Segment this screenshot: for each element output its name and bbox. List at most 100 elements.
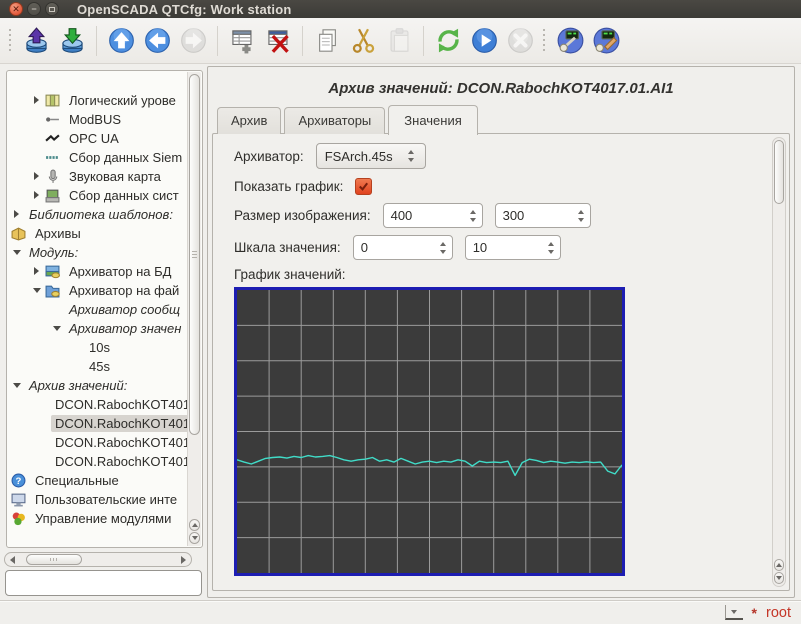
tab-Значения[interactable]: Значения: [388, 105, 477, 135]
archiver-label: Архиватор:: [234, 149, 304, 164]
scrollbar-buttons: [773, 558, 785, 585]
tree-item-label: Управление модулями: [31, 510, 175, 527]
tree-item[interactable]: Архив значений:: [7, 376, 187, 395]
tree-item[interactable]: Архивы: [7, 224, 187, 243]
tab-Архив[interactable]: Архив: [217, 107, 281, 134]
close-button[interactable]: ✕: [9, 2, 23, 16]
archiver-combobox[interactable]: FSArch.45s: [316, 143, 426, 169]
tree-horizontal-scrollbar[interactable]: [4, 552, 192, 567]
scroll-up-button[interactable]: [774, 559, 784, 571]
collapse-down-icon[interactable]: [11, 243, 25, 262]
toolbar-grip[interactable]: [7, 29, 15, 53]
value-scale-label: Шкала значения:: [234, 240, 341, 255]
tree-item[interactable]: Архиватор значен: [7, 319, 187, 338]
tree-item[interactable]: OPC UA: [7, 129, 187, 148]
tree-item[interactable]: Библиотека шаблонов:: [7, 205, 187, 224]
image-height-spinbox[interactable]: 300: [495, 203, 591, 228]
tree-item[interactable]: ?Специальные: [7, 471, 187, 490]
tree-item[interactable]: DCON.RabochKOT401: [7, 395, 187, 414]
back-icon: [144, 27, 171, 54]
tree-item[interactable]: Сбор данных Siem: [7, 148, 187, 167]
svg-text:?: ?: [16, 476, 22, 487]
up-icon: [108, 27, 135, 54]
tree-item[interactable]: Архиватор сообщ: [7, 300, 187, 319]
scrollbar-thumb[interactable]: [26, 554, 82, 565]
collapse-down-icon[interactable]: [51, 319, 65, 338]
expand-right-icon[interactable]: [31, 186, 45, 205]
tree-item[interactable]: Архиватор на фай: [7, 281, 187, 300]
chart-canvas: [237, 290, 622, 573]
scroll-right-icon[interactable]: [181, 556, 186, 564]
content-vertical-scrollbar[interactable]: [772, 137, 786, 587]
back-button[interactable]: [140, 23, 174, 59]
scroll-down-button[interactable]: [774, 572, 784, 584]
tree-item[interactable]: Сбор данных сист: [7, 186, 187, 205]
tree-item[interactable]: DCON.RabochKOT401: [7, 452, 187, 471]
collapse-down-icon[interactable]: [11, 376, 25, 395]
tab-Архиваторы[interactable]: Архиваторы: [284, 107, 385, 134]
tree-item-label: Архиватор значен: [65, 320, 185, 337]
save-button[interactable]: [55, 23, 89, 59]
scroll-left-icon[interactable]: [10, 556, 15, 564]
scrollbar-thumb[interactable]: [189, 74, 200, 435]
start-button[interactable]: [467, 23, 501, 59]
tools-edit-button[interactable]: [589, 23, 623, 59]
tree-item-label: Архив значений:: [25, 377, 131, 394]
config-tree: Логический уровеModBUSOPC UAСбор данных …: [7, 71, 187, 547]
image-width-spinbox[interactable]: 400: [383, 203, 483, 228]
tree-item-label: Сбор данных Siem: [65, 149, 186, 166]
tree-item[interactable]: DCON.RabochKOT401: [7, 414, 187, 433]
spin-arrows-icon[interactable]: [544, 242, 560, 254]
tree-item[interactable]: 45s: [7, 357, 187, 376]
scroll-down-button[interactable]: [189, 532, 200, 544]
expand-right-icon[interactable]: [31, 91, 45, 110]
maximize-button[interactable]: [45, 2, 59, 16]
show-graph-checkbox[interactable]: [355, 178, 372, 195]
delete-item-button[interactable]: [261, 23, 295, 59]
scrollbar-thumb[interactable]: [774, 140, 784, 204]
tree-arrow-spacer: [51, 300, 65, 319]
scrollbar-grip: [192, 251, 197, 259]
tree-vertical-scrollbar[interactable]: [187, 72, 201, 546]
cut-button[interactable]: [346, 23, 380, 59]
tree-arrow-spacer: [71, 357, 85, 376]
tree-search-input[interactable]: [5, 570, 202, 596]
minimize-button[interactable]: −: [27, 2, 41, 16]
spin-arrows-icon[interactable]: [574, 210, 590, 222]
values-chart: [234, 287, 625, 576]
load-button[interactable]: [19, 23, 53, 59]
start-icon: [471, 27, 498, 54]
tools-button[interactable]: [553, 23, 587, 59]
tree-item[interactable]: Управление модулями: [7, 509, 187, 528]
collapse-down-icon[interactable]: [31, 281, 45, 300]
expand-right-icon[interactable]: [11, 205, 25, 224]
tree-item-label: DCON.RabochKOT401: [51, 453, 187, 470]
image-size-row: Размер изображения: 400 300: [234, 203, 789, 228]
scroll-up-button[interactable]: [189, 519, 200, 531]
tree-arrow-spacer: [71, 338, 85, 357]
scrollbar-buttons: [188, 518, 201, 545]
stop-icon: [507, 27, 534, 54]
spin-arrows-icon[interactable]: [466, 210, 482, 222]
statusbar: * root: [0, 600, 801, 624]
tree-item[interactable]: DCON.RabochKOT401: [7, 433, 187, 452]
expand-right-icon[interactable]: [31, 262, 45, 281]
expand-right-icon[interactable]: [31, 167, 45, 186]
spin-arrows-icon[interactable]: [436, 242, 452, 254]
tree-item[interactable]: Модуль:: [7, 243, 187, 262]
tree-item[interactable]: Архиватор на БД: [7, 262, 187, 281]
up-button[interactable]: [104, 23, 138, 59]
minimize-icon: −: [31, 5, 36, 14]
add-item-button[interactable]: [225, 23, 259, 59]
refresh-button[interactable]: [431, 23, 465, 59]
tree-item[interactable]: Логический урове: [7, 91, 187, 110]
scale-max-spinbox[interactable]: 10: [465, 235, 561, 260]
tree-item[interactable]: 10s: [7, 338, 187, 357]
status-dropdown-button[interactable]: [725, 605, 743, 620]
tree-item[interactable]: Пользовательские инте: [7, 490, 187, 509]
toolbar-grip[interactable]: [541, 29, 549, 53]
tree-item[interactable]: ModBUS: [7, 110, 187, 129]
copy-button[interactable]: [310, 23, 344, 59]
scale-min-spinbox[interactable]: 0: [353, 235, 453, 260]
tree-item[interactable]: Звуковая карта: [7, 167, 187, 186]
